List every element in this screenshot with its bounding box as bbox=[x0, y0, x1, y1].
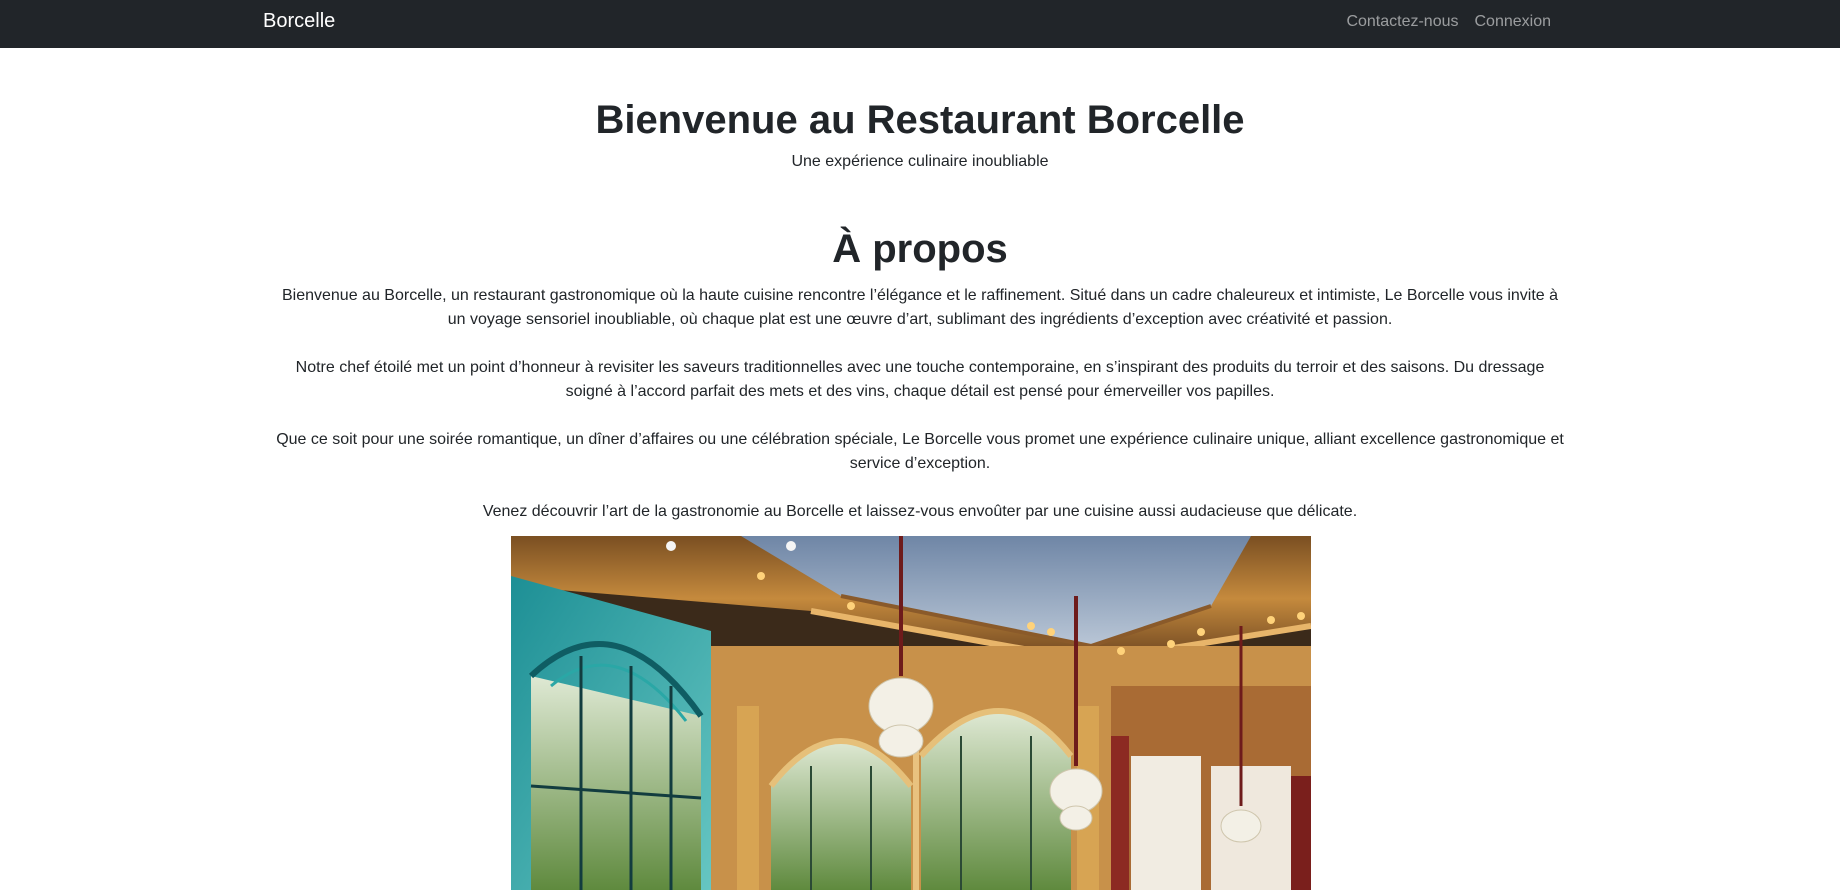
about-paragraph-4: Venez découvrir l’art de la gastronomie … bbox=[482, 503, 1358, 520]
restaurant-interior-illustration bbox=[511, 536, 1311, 890]
about-paragraph-2: Notre chef étoilé met un point d’honneur… bbox=[295, 359, 1545, 400]
nav-links: Contactez-nous Connexion bbox=[1346, 12, 1551, 32]
nav-link-contact[interactable]: Contactez-nous bbox=[1346, 12, 1458, 32]
hero-section: Bienvenue au Restaurant Borcelle Une exp… bbox=[0, 96, 1840, 172]
page-subtitle: Une expérience culinaire inoubliable bbox=[791, 153, 1049, 170]
about-heading: À propos bbox=[832, 227, 1008, 271]
navbar: Borcelle Contactez-nous Connexion bbox=[0, 0, 1840, 48]
page-title: Bienvenue au Restaurant Borcelle bbox=[595, 98, 1245, 142]
about-section: À propos Bienvenue au Borcelle, un resta… bbox=[275, 222, 1565, 548]
about-paragraph-1: Bienvenue au Borcelle, un restaurant gas… bbox=[281, 287, 1559, 328]
about-paragraph-3: Que ce soit pour une soirée romantique, … bbox=[276, 431, 1564, 472]
brand-link[interactable]: Borcelle bbox=[263, 9, 335, 33]
restaurant-interior-photo bbox=[511, 536, 1311, 890]
nav-link-login[interactable]: Connexion bbox=[1475, 12, 1552, 32]
